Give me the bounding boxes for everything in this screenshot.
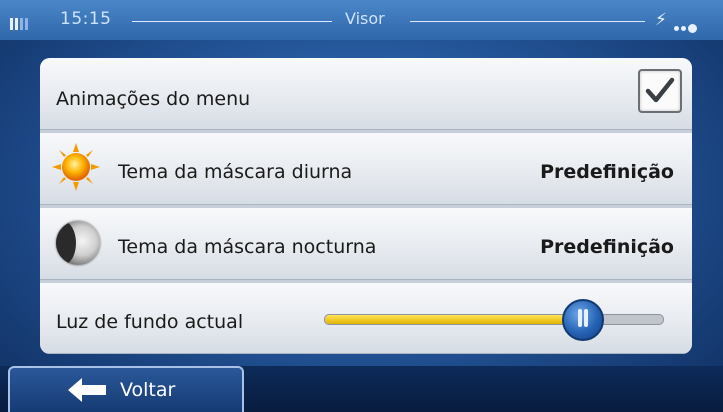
battery-icon — [10, 15, 40, 30]
backlight-slider[interactable] — [324, 314, 664, 325]
satellite-icon: ⚡ — [655, 10, 667, 30]
back-button[interactable]: Voltar — [8, 366, 244, 412]
day-theme-row[interactable]: Tema da máscara diurna Predefinição — [40, 133, 692, 205]
night-theme-row[interactable]: Tema da máscara nocturna Predefinição — [40, 208, 692, 280]
slider-handle[interactable] — [561, 299, 604, 341]
status-bar: 15:15 Visor ⚡ — [0, 0, 723, 40]
backlight-label: Luz de fundo actual — [56, 311, 244, 333]
divider — [410, 21, 645, 22]
settings-panel: Animações do menu Tema da máscara diurna… — [40, 58, 692, 354]
signal-dots-icon — [674, 16, 699, 36]
night-theme-value: Predefinição — [540, 236, 674, 258]
clock: 15:15 — [60, 9, 112, 29]
back-label: Voltar — [120, 379, 176, 401]
screen-title: Visor — [345, 9, 385, 28]
day-theme-label: Tema da máscara diurna — [118, 161, 353, 183]
arrow-left-icon — [68, 378, 106, 402]
backlight-row: Luz de fundo actual — [40, 283, 692, 354]
day-theme-value: Predefinição — [540, 161, 674, 183]
menu-animations-label: Animações do menu — [56, 88, 251, 110]
menu-animations-row[interactable]: Animações do menu — [40, 58, 692, 130]
sun-icon — [52, 143, 100, 191]
night-theme-label: Tema da máscara nocturna — [118, 236, 377, 258]
checkmark-icon — [645, 77, 675, 103]
divider — [132, 21, 332, 22]
slider-fill — [325, 315, 582, 324]
menu-animations-checkbox[interactable] — [638, 69, 682, 113]
moon-icon — [56, 221, 100, 265]
